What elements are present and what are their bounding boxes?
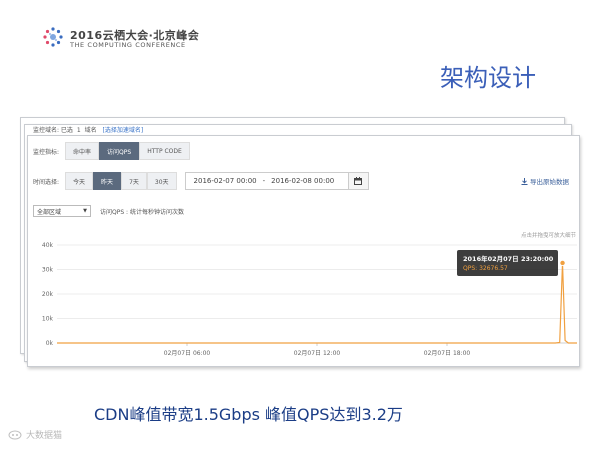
- tab-today[interactable]: 今天: [65, 172, 94, 190]
- date-end: 2016-02-08 00:00: [271, 177, 335, 185]
- region-value: 全部区域: [37, 208, 62, 216]
- download-icon: [521, 177, 528, 185]
- qps-description: 访问QPS : 统计每秒钟访问次数: [100, 209, 184, 216]
- calendar-button[interactable]: [348, 172, 369, 190]
- y-tick-label: 30k: [42, 267, 54, 274]
- x-tick-label: 02月07日 12:00: [294, 350, 341, 357]
- y-tick-label: 10k: [42, 316, 54, 323]
- domain-unit: 域名: [84, 127, 97, 134]
- time-label: 时间选择:: [33, 178, 60, 186]
- tooltip-time: 2016年02月07日 23:20:00: [463, 255, 554, 263]
- export-raw-data-button[interactable]: 导出原始数据: [521, 176, 569, 186]
- domain-count: 1: [76, 127, 81, 134]
- metric-label: 监控指标:: [33, 148, 60, 156]
- tab-qps[interactable]: 访问QPS: [99, 142, 140, 160]
- peak-point: [559, 259, 566, 266]
- tooltip-value: QPS: 32676.57: [463, 265, 508, 272]
- tab-7-days[interactable]: 7天: [121, 172, 147, 190]
- tab-hit-rate[interactable]: 命中率: [65, 142, 100, 160]
- select-domain-link[interactable]: [选择加速域名]: [103, 127, 144, 134]
- chevron-down-icon: ▼: [83, 208, 87, 214]
- export-label: 导出原始数据: [530, 178, 569, 186]
- date-range-input[interactable]: 2016-02-07 00:00 - 2016-02-08 00:00: [184, 172, 349, 190]
- region-select[interactable]: 全部区域 ▼: [33, 205, 91, 217]
- y-tick-label: 0k: [46, 340, 54, 347]
- x-tick-label: 02月07日 18:00: [424, 350, 471, 357]
- tab-http-code[interactable]: HTTP CODE: [139, 142, 190, 160]
- calendar-icon: [354, 177, 363, 185]
- watermark-text: 大数据猫: [26, 431, 63, 441]
- y-tick-label: 40k: [42, 242, 54, 249]
- metric-selector: 监控指标: 命中率 访问QPS HTTP CODE: [33, 141, 190, 161]
- domain-label: 监控域名: 已选: [33, 127, 73, 134]
- slide-caption: CDN峰值带宽1.5Gbps 峰值QPS达到3.2万: [94, 405, 403, 424]
- y-tick-label: 20k: [42, 291, 54, 298]
- date-start: 2016-02-07 00:00: [193, 177, 257, 185]
- domain-summary: 监控域名: 已选 1 域名 [选择加速域名]: [33, 125, 143, 134]
- watermark: 大数据猫: [8, 428, 62, 441]
- tab-yesterday[interactable]: 昨天: [93, 172, 122, 190]
- date-separator: -: [262, 177, 266, 185]
- chart-tooltip: 2016年02月07日 23:20:00 QPS: 32676.57: [457, 250, 558, 276]
- x-tick-label: 02月07日 06:00: [164, 350, 211, 357]
- tab-30-days[interactable]: 30天: [146, 172, 177, 190]
- time-selector: 时间选择: 今天 昨天 7天 30天 2016-02-07 00:00 - 20…: [33, 172, 369, 190]
- conference-logo-icon: [43, 27, 63, 47]
- conference-subtitle: THE COMPUTING CONFERENCE: [70, 41, 186, 49]
- watermark-logo-icon: [8, 430, 22, 439]
- slide-title: 架构设计: [440, 64, 536, 92]
